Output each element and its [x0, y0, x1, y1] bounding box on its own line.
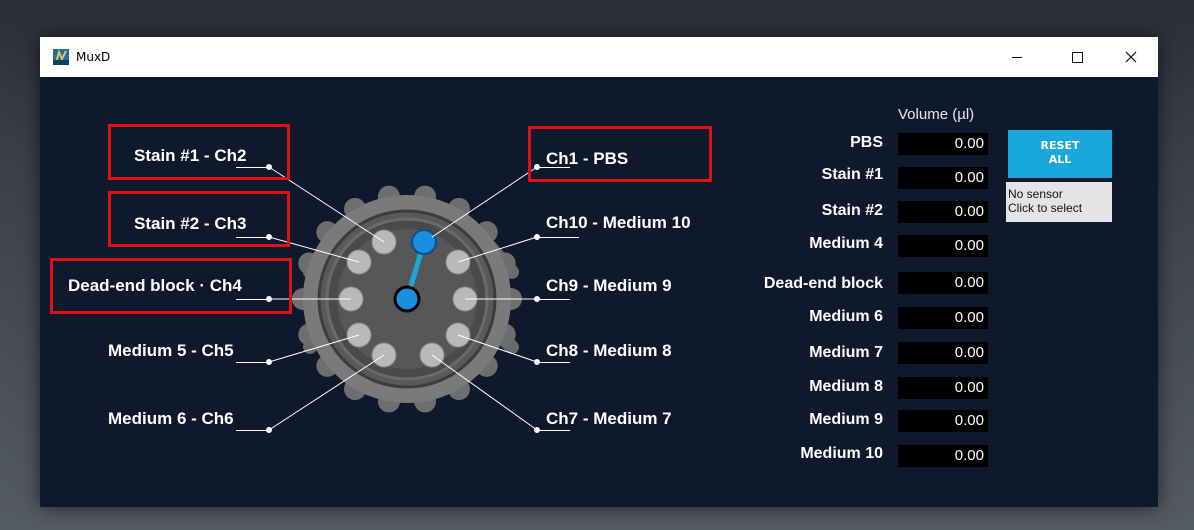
port-ch1-active [411, 229, 437, 255]
maximize-icon[interactable] [1064, 45, 1090, 69]
volume-value-field[interactable]: 0.00 [898, 235, 988, 257]
volume-value-field[interactable]: 0.00 [898, 167, 988, 189]
volume-row-label: Stain #2 [821, 202, 883, 219]
close-icon[interactable] [1118, 45, 1144, 69]
volume-value-field[interactable]: 0.00 [898, 445, 988, 467]
valve-label-ch5[interactable]: Medium 5 - Ch5 [108, 341, 234, 361]
app-window: MuxD Stain #1 - Ch2 Stain #2 - Ch3 Dead-… [40, 37, 1158, 507]
volume-value-field[interactable]: 0.00 [898, 307, 988, 329]
valve-label-ch7[interactable]: Ch7 - Medium 7 [546, 409, 672, 429]
main-panel: Stain #1 - Ch2 Stain #2 - Ch3 Dead-end b… [40, 77, 1158, 507]
volume-row-label: Stain #1 [821, 166, 883, 183]
volume-value-field[interactable]: 0.00 [898, 410, 988, 432]
volume-value-field[interactable]: 0.00 [898, 272, 988, 294]
volume-value-field[interactable]: 0.00 [898, 201, 988, 223]
valve-label-ch10[interactable]: Ch10 - Medium 10 [546, 213, 691, 233]
volume-row-label: Dead-end block [763, 275, 883, 292]
volume-header: Volume (µl) [898, 106, 975, 123]
minimize-icon[interactable] [1004, 45, 1030, 69]
title-bar[interactable]: MuxD [40, 37, 1158, 77]
app-logo-icon [53, 48, 69, 65]
volume-row-label: PBS [850, 134, 883, 151]
valve-label-ch2[interactable]: Stain #1 - Ch2 [134, 146, 246, 166]
valve-label-ch1[interactable]: Ch1 - PBS [546, 149, 628, 169]
volume-row-label: Medium 8 [809, 378, 883, 395]
volume-row-label: Medium 10 [800, 445, 883, 462]
volume-row-label: Medium 4 [809, 235, 883, 252]
valve-label-ch4[interactable]: Dead-end block · Ch4 [68, 276, 242, 296]
valve-label-ch6[interactable]: Medium 6 - Ch6 [108, 409, 234, 429]
volume-value-field[interactable]: 0.00 [898, 133, 988, 155]
reset-all-button[interactable]: RESET ALL [1008, 130, 1112, 178]
center-port [393, 285, 421, 313]
volume-row-label: Medium 6 [809, 308, 883, 325]
volume-row-label: Medium 7 [809, 344, 883, 361]
volume-row-label: Medium 9 [809, 411, 883, 428]
valve-label-ch8[interactable]: Ch8 - Medium 8 [546, 341, 672, 361]
sensor-selector[interactable]: No sensor Click to select [1006, 182, 1112, 222]
valve-label-ch9[interactable]: Ch9 - Medium 9 [546, 276, 672, 296]
volume-value-field[interactable]: 0.00 [898, 377, 988, 399]
valve-label-ch3[interactable]: Stain #2 - Ch3 [134, 214, 246, 234]
volume-value-field[interactable]: 0.00 [898, 342, 988, 364]
window-title: MuxD [76, 50, 111, 64]
